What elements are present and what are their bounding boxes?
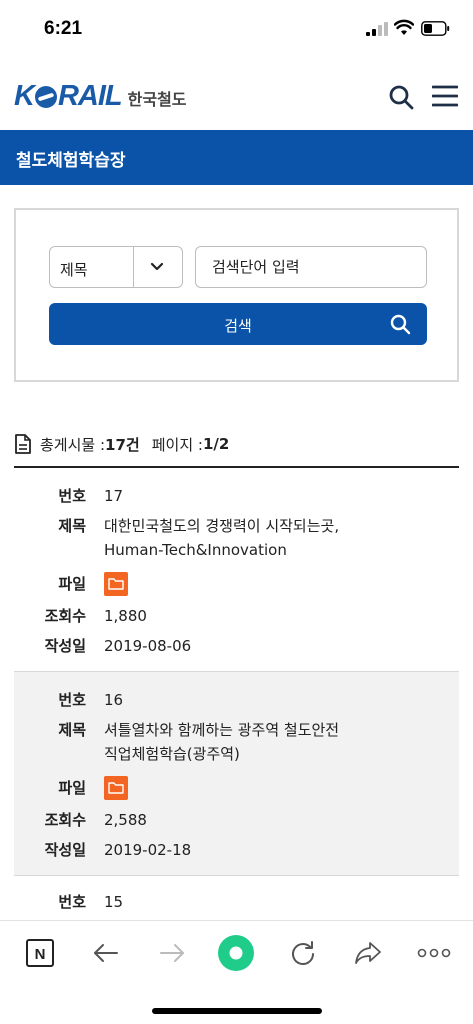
board-summary: 총게시물 : 17건 페이지 : 1/2 — [14, 432, 459, 456]
arrow-left-icon — [94, 944, 118, 962]
number-label: 번호 — [58, 487, 86, 505]
title-line: 셔틀열차와 함께하는 광주역 철도안전 — [104, 721, 340, 739]
svg-text:N: N — [35, 946, 46, 963]
number-value: 16 — [104, 691, 124, 709]
share-arrow-icon — [355, 942, 381, 964]
file-row: 파일 — [14, 776, 459, 807]
naver-n-icon: N — [26, 939, 54, 967]
page-title: 철도체험학습장 — [16, 151, 126, 171]
list-item[interactable]: 번호 17 제목 대한민국철도의 경쟁력이 시작되는곳, Human-Tech&… — [14, 468, 459, 672]
number-label: 번호 — [58, 893, 86, 911]
title-row: 제목 대한민국철도의 경쟁력이 시작되는곳, Human-Tech&Innova… — [14, 514, 459, 562]
views-row: 조회수 2,588 — [14, 808, 459, 832]
number-row: 번호 15 — [14, 890, 459, 914]
views-label: 조회수 — [44, 607, 86, 625]
file-attachment[interactable] — [104, 572, 434, 603]
select-value: 제목 — [60, 261, 88, 279]
home-indicator[interactable] — [152, 1008, 322, 1014]
search-button[interactable]: 검색 — [49, 303, 427, 345]
reload-button[interactable] — [287, 937, 319, 969]
battery-icon — [421, 21, 450, 36]
title-label: 제목 — [58, 721, 86, 739]
number-row: 번호 17 — [14, 484, 459, 508]
select-divider — [133, 247, 134, 287]
hamburger-menu-icon[interactable] — [432, 84, 458, 108]
more-dots-icon — [417, 948, 451, 958]
page-title-bar: 철도체험학습장 — [0, 130, 473, 185]
date-value: 2019-08-06 — [104, 637, 192, 655]
naver-home-button[interactable]: N — [24, 937, 56, 969]
title-line: 대한민국철도의 경쟁력이 시작되는곳, — [104, 517, 340, 535]
browser-toolbar: N — [0, 920, 473, 986]
file-label: 파일 — [58, 779, 86, 797]
chevron-down-icon — [150, 262, 164, 271]
green-dot-icon — [218, 935, 254, 971]
reload-icon — [292, 941, 314, 965]
number-value: 15 — [104, 893, 124, 911]
title-line: Human-Tech&Innovation — [104, 541, 287, 559]
search-icon — [390, 314, 411, 335]
cellular-signal-icon — [366, 22, 388, 36]
views-row: 조회수 1,880 — [14, 604, 459, 628]
document-icon — [15, 434, 31, 454]
number-row: 번호 16 — [14, 688, 459, 712]
status-time: 6:21 — [44, 18, 83, 39]
naver-green-dot-button[interactable] — [216, 933, 256, 973]
date-label: 작성일 — [44, 637, 86, 655]
back-button[interactable] — [90, 937, 122, 969]
logo-subtitle: 한국철도 — [127, 90, 187, 109]
views-label: 조회수 — [44, 811, 86, 829]
search-button-label: 검색 — [224, 317, 252, 335]
list-item[interactable]: 번호 15 — [14, 876, 459, 920]
title-line: 직업체험학습(광주역) — [104, 745, 240, 763]
total-value: 17건 — [105, 435, 140, 454]
search-icon[interactable] — [388, 84, 414, 110]
total-label: 총게시물 : — [40, 435, 106, 454]
date-row: 작성일 2019-02-18 — [14, 838, 459, 862]
folder-icon — [104, 776, 128, 800]
number-value: 17 — [104, 487, 124, 505]
file-row: 파일 — [14, 572, 459, 603]
wifi-icon — [394, 19, 414, 35]
title-link[interactable]: 셔틀열차와 함께하는 광주역 철도안전 직업체험학습(광주역) — [104, 718, 434, 766]
date-value: 2019-02-18 — [104, 841, 192, 859]
views-value: 1,880 — [104, 607, 147, 625]
search-field-select[interactable]: 제목 — [49, 246, 183, 288]
file-label: 파일 — [58, 575, 86, 593]
folder-icon — [104, 572, 128, 596]
file-attachment[interactable] — [104, 776, 434, 807]
search-panel: 제목 검색 — [14, 208, 459, 382]
forward-button[interactable] — [156, 937, 188, 969]
arrow-right-icon — [160, 944, 184, 962]
status-bar: 6:21 — [0, 0, 473, 56]
date-row: 작성일 2019-08-06 — [14, 634, 459, 658]
title-link[interactable]: 대한민국철도의 경쟁력이 시작되는곳, Human-Tech&Innovatio… — [104, 514, 434, 562]
korail-logo[interactable]: K RAIL 한국철도 — [14, 76, 187, 116]
page-value: 1/2 — [202, 435, 230, 453]
share-button[interactable] — [352, 937, 384, 969]
more-options-button[interactable] — [416, 937, 452, 969]
page-label: 페이지 : — [151, 435, 203, 454]
views-value: 2,588 — [104, 811, 147, 829]
site-header: K RAIL 한국철도 — [0, 70, 473, 124]
title-label: 제목 — [58, 517, 86, 535]
title-row: 제목 셔틀열차와 함께하는 광주역 철도안전 직업체험학습(광주역) — [14, 718, 459, 766]
search-input[interactable] — [195, 246, 427, 288]
logo-text: K RAIL — [14, 79, 123, 112]
date-label: 작성일 — [44, 841, 86, 859]
number-label: 번호 — [58, 691, 86, 709]
list-item[interactable]: 번호 16 제목 셔틀열차와 함께하는 광주역 철도안전 직업체험학습(광주역)… — [14, 672, 459, 876]
